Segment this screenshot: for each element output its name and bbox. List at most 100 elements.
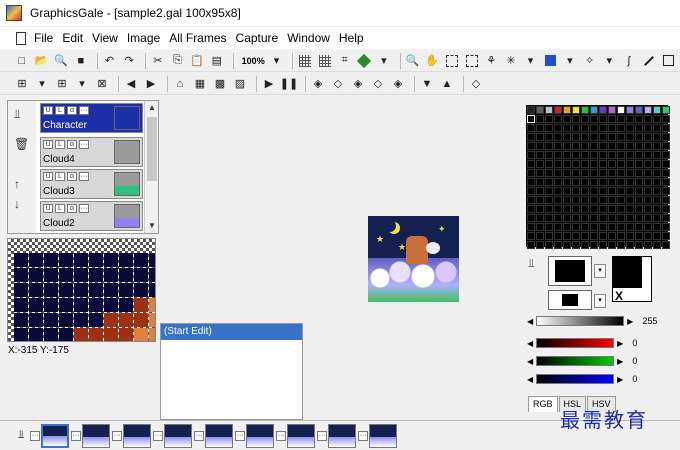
palette-swatch[interactable] <box>563 178 571 186</box>
palette-swatch[interactable] <box>590 223 598 231</box>
palette-swatch[interactable] <box>599 133 607 141</box>
palette-swatch[interactable] <box>536 142 544 150</box>
palette-swatch[interactable] <box>617 160 625 168</box>
dropdown-icon[interactable]: ▾ <box>523 53 539 69</box>
palette-swatch[interactable] <box>617 214 625 222</box>
palette-swatch[interactable] <box>590 241 598 249</box>
frame-thumbnail[interactable] <box>328 423 357 448</box>
frame-more-icon[interactable]: ··· <box>358 430 369 441</box>
layer-lock-icon[interactable]: L <box>55 106 65 115</box>
palette-swatch[interactable] <box>626 241 634 249</box>
palette-swatch[interactable] <box>572 178 580 186</box>
palette-swatch[interactable] <box>617 187 625 195</box>
palette-swatch[interactable] <box>626 205 634 213</box>
palette-swatch[interactable] <box>635 178 643 186</box>
red-track[interactable] <box>536 338 615 348</box>
next-frame-icon[interactable]: ▶ <box>143 76 159 92</box>
palette-swatch[interactable] <box>581 106 589 114</box>
dropdown-icon[interactable]: ▾ <box>34 76 50 92</box>
palette-swatch[interactable] <box>608 223 616 231</box>
palette-swatch[interactable] <box>599 214 607 222</box>
bg-dropdown-icon[interactable]: ▾ <box>594 294 606 308</box>
palette-swatch[interactable] <box>608 214 616 222</box>
palette-swatch[interactable] <box>581 196 589 204</box>
palette-swatch[interactable] <box>527 133 535 141</box>
palette-swatch[interactable] <box>572 124 580 132</box>
layer-down-icon[interactable]: ▼ <box>419 76 435 92</box>
palette-swatch[interactable] <box>554 124 562 132</box>
palette-swatch[interactable] <box>617 241 625 249</box>
dropdown-icon[interactable]: ▾ <box>376 53 392 69</box>
palette-swatch[interactable] <box>554 142 562 150</box>
palette-swatch[interactable] <box>653 142 661 150</box>
frame-more-icon[interactable]: ··· <box>194 430 205 441</box>
palette-swatch[interactable] <box>653 133 661 141</box>
palette-swatch[interactable] <box>554 223 562 231</box>
palette-swatch[interactable] <box>536 214 544 222</box>
blue-slider[interactable]: ◀ ▶ 0 <box>524 372 637 386</box>
palette-swatch[interactable] <box>635 232 643 240</box>
palette-swatch[interactable] <box>635 106 643 114</box>
palette-swatch[interactable] <box>644 223 652 231</box>
palette-swatch[interactable] <box>626 187 634 195</box>
palette-swatch[interactable] <box>608 169 616 177</box>
layer-lock-icon[interactable]: L <box>55 172 65 181</box>
gray-slider[interactable]: ◀ ▶ 255 <box>524 314 657 328</box>
palette-swatch[interactable] <box>626 124 634 132</box>
magnifier-panel[interactable] <box>7 238 156 342</box>
slider-right-icon[interactable]: ▶ <box>617 357 623 366</box>
palette-swatch[interactable] <box>563 106 571 114</box>
layer-visible-icon[interactable]: U <box>43 172 53 181</box>
palette-swatch[interactable] <box>617 223 625 231</box>
frame-item[interactable]: ··· <box>235 423 275 448</box>
zoom-dropdown-icon[interactable]: ▾ <box>269 53 285 69</box>
palette-swatch[interactable] <box>536 151 544 159</box>
move-down-icon[interactable]: ↓ <box>14 197 20 211</box>
palette-swatch[interactable] <box>572 187 580 195</box>
palette-swatch[interactable] <box>635 205 643 213</box>
palette-swatch[interactable] <box>536 133 544 141</box>
palette-swatch[interactable] <box>626 178 634 186</box>
palette-swatch[interactable] <box>626 133 634 141</box>
palette-swatch[interactable] <box>536 241 544 249</box>
scroll-down-icon[interactable]: ▼ <box>145 219 159 233</box>
palette-swatch[interactable] <box>617 151 625 159</box>
layer-cloud2[interactable]: U L α ··· Cloud2 <box>40 201 143 231</box>
pixel-grid-icon[interactable] <box>317 53 333 69</box>
palette-swatch[interactable] <box>536 115 544 123</box>
palette-swatch[interactable] <box>545 214 553 222</box>
frame-more-icon[interactable]: ··· <box>276 430 287 441</box>
palette-swatch[interactable] <box>572 115 580 123</box>
zoom-level[interactable]: 100% <box>242 56 265 66</box>
palette-swatch[interactable] <box>617 196 625 204</box>
palette-swatch[interactable] <box>554 133 562 141</box>
palette-swatch[interactable] <box>545 133 553 141</box>
palette-swatch[interactable] <box>608 115 616 123</box>
palette-swatch[interactable] <box>536 205 544 213</box>
palette-swatch[interactable] <box>662 142 670 150</box>
palette-swatch[interactable] <box>581 151 589 159</box>
palette-swatch[interactable] <box>653 232 661 240</box>
palette-swatch[interactable] <box>644 124 652 132</box>
layer-cloud3[interactable]: U L α ··· Cloud3 <box>40 169 143 199</box>
palette-swatch[interactable] <box>662 205 670 213</box>
palette-swatch[interactable] <box>545 124 553 132</box>
layer-cloud4[interactable]: U L α ··· Cloud4 <box>40 137 143 167</box>
palette-swatch[interactable] <box>572 232 580 240</box>
palette-swatch[interactable] <box>626 115 634 123</box>
palette-swatch[interactable] <box>662 232 670 240</box>
palette-swatch[interactable] <box>527 232 535 240</box>
palette-swatch[interactable] <box>599 205 607 213</box>
palette-swatch[interactable] <box>608 241 616 249</box>
image-canvas[interactable]: ★ ★ ✦ <box>368 216 459 302</box>
frame-more-icon[interactable]: ··· <box>235 430 246 441</box>
palette-swatch[interactable] <box>644 169 652 177</box>
palette-swatch[interactable] <box>608 151 616 159</box>
layer-alpha-icon[interactable]: α <box>67 204 77 213</box>
frame-thumbnail[interactable] <box>82 423 111 448</box>
frame-item[interactable]: ··· <box>194 423 234 448</box>
palette-swatch[interactable] <box>536 178 544 186</box>
palette-swatch[interactable] <box>572 223 580 231</box>
palette-swatch[interactable] <box>617 205 625 213</box>
select-lasso-icon[interactable] <box>464 53 480 69</box>
